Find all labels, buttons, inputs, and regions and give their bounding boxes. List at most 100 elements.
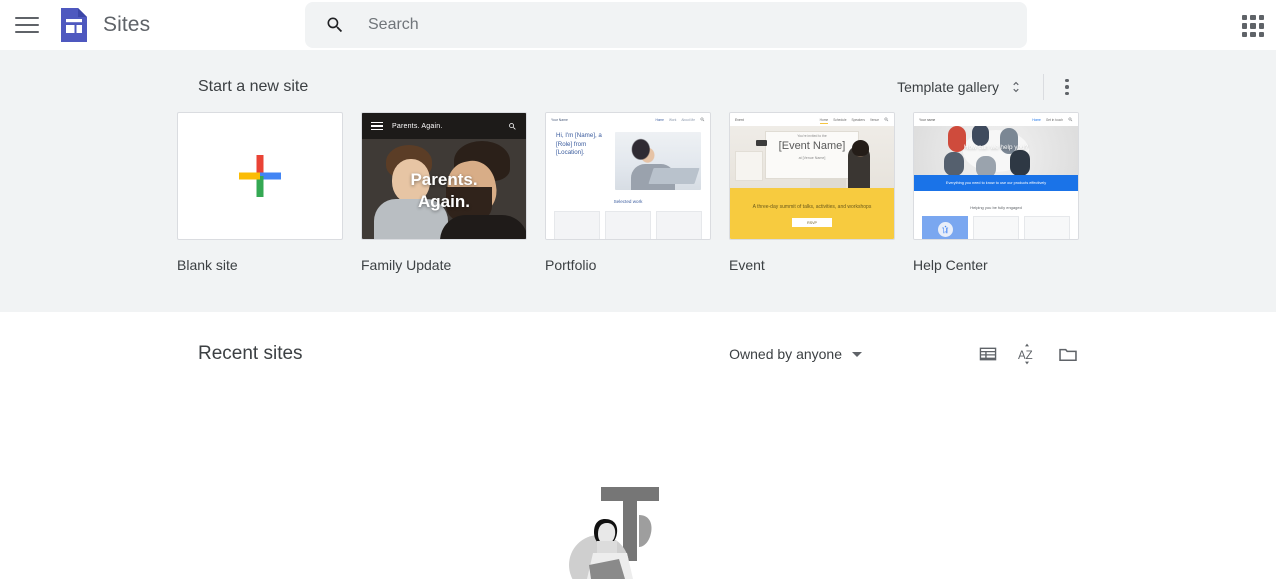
work-placeholder — [605, 211, 651, 239]
template-thumbnail[interactable] — [177, 112, 343, 240]
svg-text:AZ: AZ — [1018, 350, 1033, 362]
plus-svg — [239, 155, 281, 197]
folder-button[interactable] — [1048, 334, 1088, 374]
google-sites-logo-icon — [61, 8, 87, 42]
hamburger-menu-icon — [371, 121, 383, 131]
hero-shape — [972, 126, 989, 146]
hero-shape — [1010, 150, 1030, 175]
folder-icon — [1059, 348, 1077, 362]
template-card-help-center[interactable]: Your name Home Get in touch How can we h… — [913, 112, 1079, 273]
photo-shape — [648, 168, 700, 184]
apps-dot — [1258, 31, 1264, 37]
topic-card: Topic name — [973, 216, 1019, 239]
preview-nav: Home Schedule Speakers Venue — [819, 117, 889, 124]
preview-banner-text: Everything you need to know to use our p… — [945, 181, 1047, 185]
nav-item: Work — [668, 117, 677, 122]
template-label: Help Center — [913, 257, 988, 273]
preview-hero-text: Parents. Again. — [362, 169, 526, 213]
app-title: Sites — [103, 13, 151, 36]
template-thumbnail[interactable]: Your name Home Get in touch How can we h… — [913, 112, 1079, 240]
preview-navbar: Parents. Again. — [362, 113, 526, 139]
preview-site-title: Parents. Again. — [392, 122, 443, 130]
page-title: Recent sites — [198, 343, 303, 364]
sort-button[interactable]: AZ — [1008, 334, 1048, 374]
topic-thumb — [973, 216, 1019, 239]
kebab-dot — [1065, 78, 1069, 83]
preview-headline: Hi, I'm [Name], a [Role] from [Location]… — [556, 132, 602, 156]
topic-card: Topic name — [922, 216, 968, 239]
list-view-toggle-button[interactable] — [968, 334, 1008, 374]
brand-area[interactable]: Sites — [61, 8, 150, 42]
hamburger-line — [15, 31, 39, 33]
template-thumbnail[interactable]: Your Name Home Work About Me Hi, I'm [Na… — [545, 112, 711, 240]
portfolio-preview: Your Name Home Work About Me Hi, I'm [Na… — [546, 113, 710, 239]
work-placeholder — [554, 211, 600, 239]
template-card-portfolio[interactable]: Your Name Home Work About Me Hi, I'm [Na… — [545, 112, 711, 273]
template-label: Family Update — [361, 257, 452, 273]
family-update-preview: Parents. Again. Parents. Again. — [362, 113, 526, 239]
template-thumbnail[interactable]: Event Home Schedule Speakers Venue You'r… — [729, 112, 895, 240]
search-bar[interactable] — [305, 2, 1027, 48]
template-label: Portfolio — [545, 257, 597, 273]
preview-navbar: Event Home Schedule Speakers Venue — [730, 113, 894, 126]
nav-item: About Me — [681, 117, 695, 122]
list-view-icon — [979, 347, 997, 361]
hamburger-line — [371, 128, 383, 131]
preview-photo — [615, 132, 701, 190]
more-vert-icon[interactable] — [1056, 75, 1078, 99]
preview-nav: Home Get in touch — [1032, 117, 1073, 122]
search-icon — [327, 17, 343, 33]
nav-item: Schedule — [833, 117, 847, 122]
hero-line-2: Again. — [418, 192, 470, 211]
help-center-preview: Your name Home Get in touch How can we h… — [914, 113, 1078, 239]
recent-sites-section: Recent sites Owned by anyone AZ — [0, 312, 1276, 579]
apps-dot — [1250, 23, 1256, 29]
preview-site-title: Event — [735, 117, 744, 122]
nav-item: Home — [655, 117, 664, 122]
preview-nav: Home Work About Me — [655, 117, 705, 122]
hamburger-menu-icon[interactable] — [15, 13, 39, 37]
preview-rsvp-button: RSVP — [792, 218, 832, 227]
preview-site-title: Your name — [919, 117, 936, 122]
accessibility-icon — [937, 221, 953, 237]
search-icon — [509, 122, 516, 130]
owner-filter-button[interactable]: Owned by anyone — [721, 340, 870, 368]
topic-thumb — [922, 216, 968, 239]
hero-venue: at [Venue Name] — [798, 156, 826, 160]
topic-thumb — [1024, 216, 1070, 239]
google-apps-grid-icon[interactable] — [1240, 13, 1266, 39]
kebab-dot — [1065, 85, 1069, 89]
search-icon — [1068, 117, 1073, 122]
preview-navbar: Your name Home Get in touch — [914, 113, 1078, 126]
search-input[interactable] — [368, 16, 988, 34]
apps-dot — [1242, 23, 1248, 29]
template-card-blank-site[interactable]: Blank site — [177, 112, 343, 273]
preview-hero: How can we help you? — [914, 126, 1078, 175]
toolbar-divider — [1043, 74, 1044, 100]
start-new-site-section: Start a new site Template gallery Blank … — [0, 50, 1276, 312]
hero-shape — [976, 156, 996, 175]
app-header: Sites — [0, 0, 1276, 50]
event-preview: Event Home Schedule Speakers Venue You'r… — [730, 113, 894, 239]
work-placeholder — [656, 211, 702, 239]
preview-site-title: Your Name — [551, 117, 568, 122]
template-thumbnail[interactable]: Parents. Again. Parents. Again. — [361, 112, 527, 240]
photo-shape — [440, 215, 526, 239]
apps-dot — [1250, 15, 1256, 21]
template-label: Blank site — [177, 257, 238, 273]
recent-sites-toolbar: Owned by anyone AZ — [721, 334, 1088, 374]
sort-az-icon: AZ — [1018, 343, 1033, 365]
template-card-event[interactable]: Event Home Schedule Speakers Venue You'r… — [729, 112, 895, 273]
nav-item: Get in touch — [1045, 117, 1063, 122]
apps-dot — [1250, 31, 1256, 37]
hamburger-line — [15, 24, 39, 26]
hero-line-1: Parents. — [410, 170, 478, 189]
template-label: Event — [729, 257, 765, 273]
template-gallery-button[interactable]: Template gallery — [889, 72, 1031, 102]
apps-dot — [1258, 15, 1264, 21]
template-gallery-label: Template gallery — [897, 79, 999, 95]
template-card-family-update[interactable]: Parents. Again. Parents. Again. Family U… — [361, 112, 527, 273]
google-color-plus-icon — [178, 113, 342, 239]
nav-item: Home — [1032, 117, 1041, 122]
nav-item: Home — [819, 117, 829, 124]
